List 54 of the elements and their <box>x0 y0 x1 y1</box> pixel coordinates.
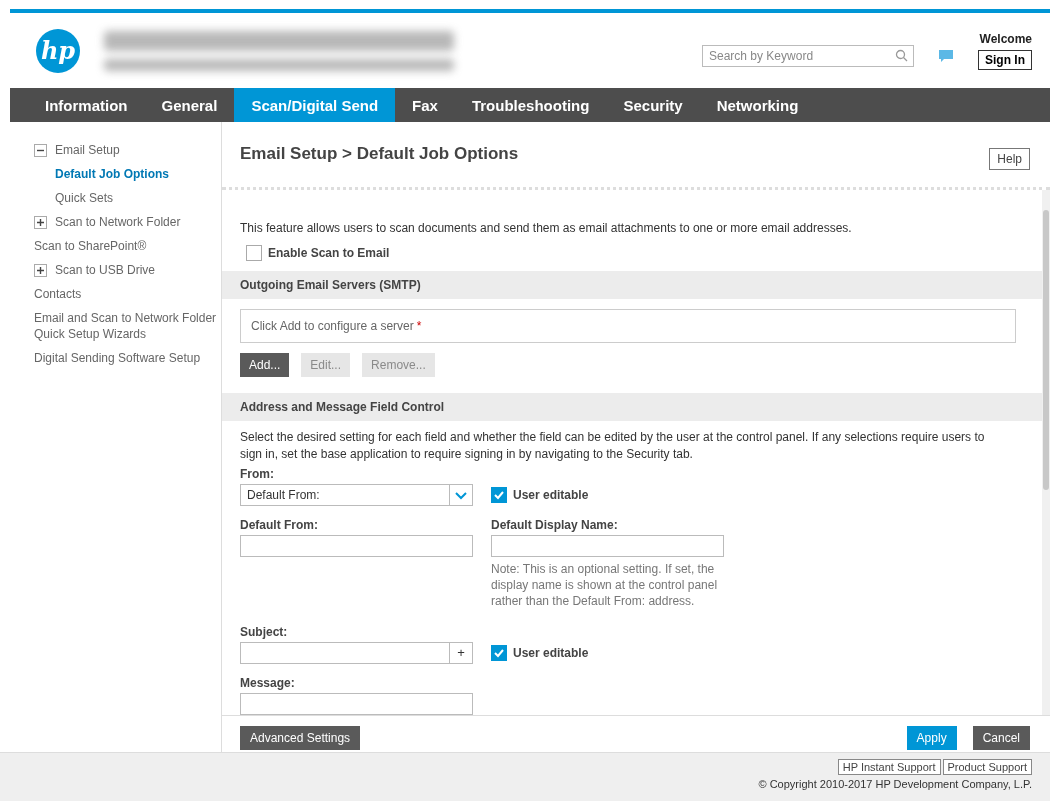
section-heading: Outgoing Email Servers (SMTP) <box>222 270 1042 299</box>
field-label: Default Display Name: <box>491 517 619 532</box>
scrollbar[interactable] <box>1042 189 1050 715</box>
add-button[interactable]: + <box>449 641 473 664</box>
input-field[interactable] <box>240 692 473 715</box>
field-label: From: <box>240 466 275 481</box>
input-field[interactable] <box>491 534 724 557</box>
nav-tab[interactable]: Troubleshooting <box>454 88 607 122</box>
field-label: Message: <box>240 675 296 690</box>
intro-text: This feature allows users to scan documents and send them as email attachments to one or more email addresses. <box>240 219 853 237</box>
nav-tab[interactable]: Information <box>28 88 145 122</box>
welcome-text: Welcome <box>979 31 1032 46</box>
expand-icon[interactable] <box>34 263 47 277</box>
chat-icon[interactable] <box>938 48 954 63</box>
description-text: Select the desired setting for each field and whether the field can be edited by the user at the control panel. If any selections require users to sign in, set the base application to require signing in by navigating to the Security tab. <box>240 428 986 463</box>
cancel-button[interactable]: Cancel <box>972 725 1030 750</box>
search-field[interactable]: Search by Keyword <box>702 44 914 67</box>
sign-in-button[interactable]: Sign In <box>978 49 1032 70</box>
sidebar-item[interactable]: Digital Sending Software Setup <box>34 350 201 366</box>
page-title: Email Setup > Default Job Options <box>240 144 519 164</box>
sidebar-item[interactable]: Email Setup <box>55 142 120 158</box>
advanced-settings-button[interactable]: Advanced Settings <box>240 725 361 750</box>
field-label: Subject: <box>240 624 289 639</box>
sidebar-item[interactable]: Scan to USB Drive <box>55 262 156 278</box>
input-field[interactable] <box>240 641 449 664</box>
copyright-text: © Copyright 2010-2017 HP Development Company, L.P. <box>758 778 1032 790</box>
note-text: Note: This is an optional setting. If set, the display name is shown at the control panel rather than the Default From: address. <box>491 560 719 609</box>
checkbox[interactable]: Enable Scan to Email <box>246 244 1018 261</box>
nav-tab[interactable]: Networking <box>699 88 816 122</box>
help-button[interactable]: Help <box>989 148 1030 170</box>
sidebar-item[interactable]: Email and Scan to Network Folder Quick Setup Wizards <box>34 310 221 342</box>
sidebar-item[interactable]: Scan to SharePoint® <box>34 238 147 254</box>
sidebar-item[interactable]: Default Job Options <box>55 166 169 182</box>
section-heading: Address and Message Field Control <box>222 392 1042 421</box>
search-icon[interactable] <box>895 48 908 62</box>
nav-tab[interactable]: Fax <box>395 88 455 122</box>
server-list[interactable]: Click Add to configure a server * <box>240 308 1016 343</box>
collapse-icon[interactable] <box>34 143 47 157</box>
sidebar-item[interactable]: Contacts <box>34 286 82 302</box>
nav-tab[interactable]: General <box>144 88 235 122</box>
support-link[interactable]: HP Instant Support <box>837 759 941 775</box>
checkbox[interactable]: User editable <box>491 644 589 661</box>
sidebar-item[interactable]: Scan to Network Folder <box>55 214 181 230</box>
server-button[interactable]: Add... <box>240 352 290 377</box>
logo: hp <box>36 28 80 73</box>
server-placeholder: Click Add to configure a server * <box>251 318 422 333</box>
from-select[interactable]: Default From: <box>240 483 473 506</box>
nav-tab[interactable]: Security <box>606 88 700 122</box>
field-label: Default From: <box>240 517 319 532</box>
input-field[interactable] <box>240 534 473 557</box>
support-link[interactable]: Product Support <box>942 759 1032 775</box>
checkbox[interactable]: User editable <box>491 486 589 503</box>
sidebar-item[interactable]: Quick Sets <box>55 190 114 206</box>
expand-icon[interactable] <box>34 215 47 229</box>
